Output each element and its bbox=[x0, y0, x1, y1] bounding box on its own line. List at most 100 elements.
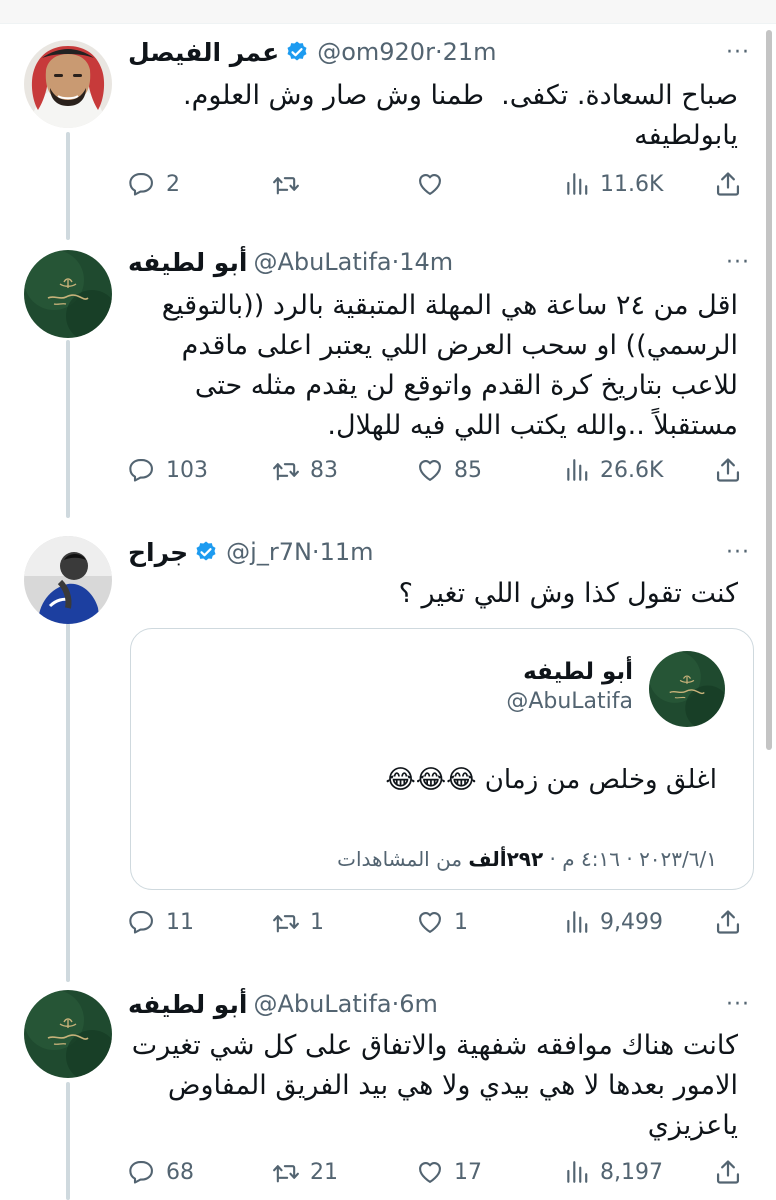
share-icon bbox=[714, 170, 742, 198]
separator-dot: · bbox=[391, 990, 400, 1018]
reply-button[interactable]: 68 bbox=[128, 1152, 194, 1192]
verified-badge-icon bbox=[285, 40, 309, 64]
avatar[interactable] bbox=[24, 40, 112, 128]
avatar[interactable] bbox=[24, 536, 112, 624]
views-button[interactable]: 8,197 bbox=[564, 1152, 663, 1192]
quoted-views-count: ٢٩٢ألف bbox=[468, 847, 544, 871]
thread-line bbox=[66, 1082, 70, 1200]
views-count: 9,499 bbox=[600, 909, 663, 935]
share-button[interactable] bbox=[714, 902, 752, 942]
quoted-date: ٢٠٢٣/٦/١ · ٤:١٦ م · bbox=[543, 847, 717, 871]
author-handle[interactable]: @AbuLatifa bbox=[253, 990, 391, 1018]
like-icon bbox=[416, 456, 444, 484]
author-handle[interactable]: @j_r7N bbox=[226, 538, 312, 566]
retweet-count: 1 bbox=[310, 909, 324, 935]
separator-dot: · bbox=[391, 248, 400, 276]
views-button[interactable]: 11.6K bbox=[564, 164, 663, 204]
reply-button[interactable]: 103 bbox=[128, 450, 208, 490]
reply-icon bbox=[128, 170, 156, 198]
share-button[interactable] bbox=[714, 164, 752, 204]
reply-icon bbox=[128, 1158, 156, 1186]
views-button[interactable]: 26.6K bbox=[564, 450, 663, 490]
separator-dot: · bbox=[434, 38, 443, 66]
tweet-text: اقل من ٢٤ ساعة هي المهلة المتبقية بالرد … bbox=[153, 290, 738, 441]
like-button[interactable]: 17 bbox=[416, 1152, 482, 1192]
tweet-header: أبو لطيفه @AbuLatifa · 6m bbox=[128, 986, 716, 1022]
tweet-text: كنت تقول كذا وش اللي تغير ؟ bbox=[398, 578, 738, 609]
author-handle[interactable]: @AbuLatifa bbox=[253, 248, 391, 276]
share-button[interactable] bbox=[714, 1152, 752, 1192]
quoted-author-name: أبو لطيفه bbox=[523, 659, 633, 685]
tweet-time[interactable]: 11m bbox=[320, 538, 374, 566]
author-name[interactable]: أبو لطيفه bbox=[128, 990, 247, 1019]
like-count: 17 bbox=[454, 1159, 482, 1185]
retweet-icon bbox=[272, 908, 300, 936]
retweet-icon bbox=[272, 170, 300, 198]
retweet-button[interactable]: 83 bbox=[272, 450, 338, 490]
like-button[interactable] bbox=[416, 164, 454, 204]
like-count: 85 bbox=[454, 457, 482, 483]
author-name[interactable]: جراح bbox=[128, 538, 188, 567]
verified-badge-icon bbox=[194, 540, 218, 564]
like-button[interactable]: 85 bbox=[416, 450, 482, 490]
tweet-time[interactable]: 6m bbox=[399, 990, 438, 1018]
reply-icon bbox=[128, 908, 156, 936]
quoted-meta: ٢٠٢٣/٦/١ · ٤:١٦ م · ٢٩٢ألف من المشاهدات bbox=[337, 847, 717, 871]
separator-dot: · bbox=[311, 538, 320, 566]
thread-line bbox=[66, 340, 70, 518]
views-count: 11.6K bbox=[600, 171, 664, 197]
tweet-header: جراح @j_r7N · 11m bbox=[128, 534, 716, 570]
views-count: 26.6K bbox=[600, 457, 664, 483]
tweet-actions: 11 1 1 9,499 bbox=[128, 902, 746, 942]
quoted-tweet[interactable]: أبو لطيفه @AbuLatifa اغلق وخلص من زمان 😂… bbox=[130, 628, 754, 890]
tweet-header: عمر الفيصل @om920r · 21m bbox=[128, 34, 716, 70]
quoted-author-handle: @AbuLatifa bbox=[506, 689, 633, 714]
quoted-views-label: من المشاهدات bbox=[337, 847, 469, 871]
more-icon[interactable]: ··· bbox=[724, 534, 752, 570]
retweet-button[interactable] bbox=[272, 164, 310, 204]
reply-count: 103 bbox=[166, 457, 208, 483]
tweet-text: صباح السعادة. تكفى. طمنا وش صار وش العلو… bbox=[183, 80, 738, 151]
share-icon bbox=[714, 908, 742, 936]
like-icon bbox=[416, 908, 444, 936]
like-icon bbox=[416, 1158, 444, 1186]
more-icon[interactable]: ··· bbox=[724, 986, 752, 1022]
reply-button[interactable]: 2 bbox=[128, 164, 180, 204]
author-name[interactable]: عمر الفيصل bbox=[128, 38, 279, 67]
reply-count: 11 bbox=[166, 909, 194, 935]
retweet-button[interactable]: 1 bbox=[272, 902, 324, 942]
like-button[interactable]: 1 bbox=[416, 902, 468, 942]
views-icon bbox=[564, 457, 590, 483]
author-handle[interactable]: @om920r bbox=[317, 38, 435, 66]
avatar[interactable] bbox=[24, 250, 112, 338]
tweet-actions: 103 83 85 26.6K bbox=[128, 450, 746, 490]
reply-icon bbox=[128, 456, 156, 484]
reply-button[interactable]: 11 bbox=[128, 902, 194, 942]
views-button[interactable]: 9,499 bbox=[564, 902, 663, 942]
avatar[interactable] bbox=[24, 990, 112, 1078]
retweet-icon bbox=[272, 456, 300, 484]
retweet-count: 21 bbox=[310, 1159, 338, 1185]
views-icon bbox=[564, 1159, 590, 1185]
tweet-time[interactable]: 14m bbox=[399, 248, 453, 276]
tweet-text: كانت هناك موافقه شفهية والاتفاق على كل ش… bbox=[123, 1030, 738, 1141]
more-icon[interactable]: ··· bbox=[724, 34, 752, 70]
share-button[interactable] bbox=[714, 450, 752, 490]
more-icon[interactable]: ··· bbox=[724, 244, 752, 280]
views-icon bbox=[564, 171, 590, 197]
thread-line bbox=[66, 622, 70, 982]
scrollbar[interactable] bbox=[766, 30, 772, 750]
reply-count: 2 bbox=[166, 171, 180, 197]
quoted-text: اغلق وخلص من زمان 😂😂😂 bbox=[385, 765, 717, 795]
views-count: 8,197 bbox=[600, 1159, 663, 1185]
retweet-count: 83 bbox=[310, 457, 338, 483]
like-icon bbox=[416, 170, 444, 198]
tweet-time[interactable]: 21m bbox=[443, 38, 497, 66]
share-icon bbox=[714, 1158, 742, 1186]
quoted-avatar bbox=[649, 651, 725, 727]
reply-count: 68 bbox=[166, 1159, 194, 1185]
author-name[interactable]: أبو لطيفه bbox=[128, 248, 247, 277]
retweet-button[interactable]: 21 bbox=[272, 1152, 338, 1192]
share-icon bbox=[714, 456, 742, 484]
tweet-header: أبو لطيفه @AbuLatifa · 14m bbox=[128, 244, 716, 280]
